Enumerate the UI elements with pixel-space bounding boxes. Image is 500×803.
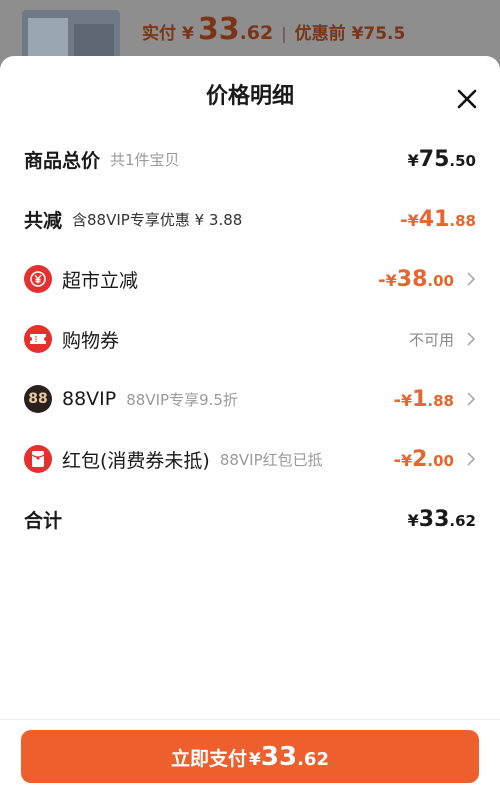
row-red-packet[interactable]: 红包(消费券未抵) 88VIP红包已抵 - ¥ 2 .00 <box>0 439 500 479</box>
row-total-price: 商品总价 共1件宝贝 ¥ 75 .50 <box>0 139 500 179</box>
chevron-right-icon <box>467 392 476 406</box>
supermarket-discount-label: 超市立减 <box>62 269 139 292</box>
red-packet-amount: - ¥ 2 .00 <box>393 446 454 472</box>
total-discount-label: 共减 <box>24 209 63 232</box>
chevron-right-icon <box>467 272 476 286</box>
red-packet-icon <box>24 445 52 473</box>
88vip-discount-amount: - ¥ 1 .88 <box>393 386 454 412</box>
88vip-label: 88VIP <box>62 388 117 410</box>
row-total-discount: 共减 含88VIP专享优惠 ¥ 3.88 - ¥ 41 .88 <box>0 199 500 239</box>
price-separator: | <box>281 24 287 43</box>
pay-label: 实付 <box>142 24 176 44</box>
price-detail-sheet: 价格明细 商品总价 共1件宝贝 ¥ 75 .50 共减 含88VIP专享优惠 ¥… <box>0 56 500 803</box>
row-88vip[interactable]: 88 88VIP 88VIP专享9.5折 - ¥ 1 .88 <box>0 379 500 419</box>
sheet-title: 价格明细 <box>205 84 294 109</box>
close-icon[interactable] <box>454 86 480 112</box>
coupon-label: 购物券 <box>62 329 120 352</box>
pay-now-label: 立即支付 <box>171 747 248 770</box>
chevron-right-icon <box>467 452 476 466</box>
red-packet-label: 红包(消费券未抵) <box>62 449 210 472</box>
chevron-right-icon <box>467 332 476 346</box>
supermarket-discount-amount: - ¥ 38 .00 <box>378 266 454 292</box>
row-coupon[interactable]: 购物券 不可用 <box>0 319 500 359</box>
sum-label: 合计 <box>24 509 63 532</box>
88vip-note: 88VIP专享9.5折 <box>126 390 238 409</box>
pay-now-button[interactable]: 立即支付 ¥ 33 .62 <box>21 730 479 783</box>
total-price-amount: ¥ 75 .50 <box>407 146 476 172</box>
background-price-summary: 实付 ¥ 33 .62 | 优惠前 ¥75.5 <box>142 12 406 47</box>
red-packet-note: 88VIP红包已抵 <box>219 450 323 469</box>
88vip-icon: 88 <box>24 385 52 413</box>
coupon-status: 不可用 <box>408 330 454 349</box>
footer-divider <box>0 719 500 720</box>
vip-discount-note: 含88VIP专享优惠 ¥ 3.88 <box>72 210 243 229</box>
original-price: 优惠前 ¥75.5 <box>294 24 406 44</box>
sum-amount: ¥ 33 .62 <box>407 506 476 532</box>
row-supermarket-discount[interactable]: 超市立减 - ¥ 38 .00 <box>0 259 500 299</box>
coupon-icon <box>24 325 52 353</box>
row-sum: 合计 ¥ 33 .62 <box>0 499 500 539</box>
product-thumbnail <box>22 10 120 62</box>
background-page-header: 实付 ¥ 33 .62 | 优惠前 ¥75.5 <box>0 0 500 62</box>
total-discount-amount: - ¥ 41 .88 <box>400 206 476 232</box>
total-price-label: 商品总价 <box>24 149 101 172</box>
item-count: 共1件宝贝 <box>110 150 180 169</box>
supermarket-discount-icon <box>24 265 52 293</box>
